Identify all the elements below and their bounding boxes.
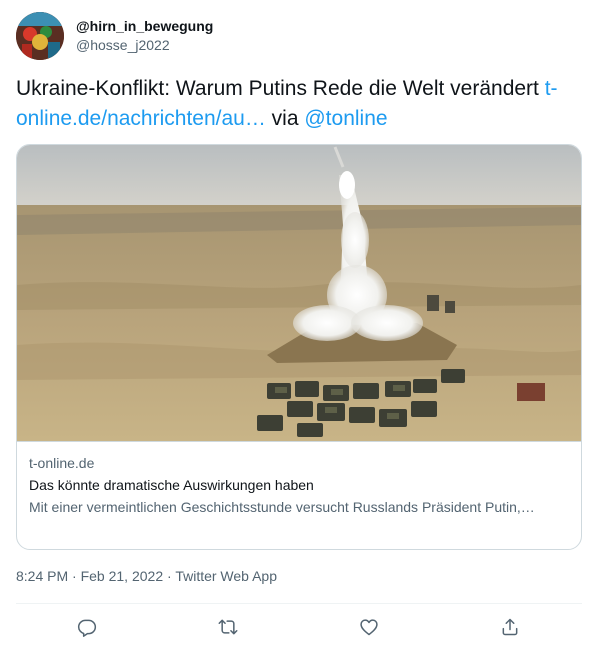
- meta-separator-2: ·: [163, 568, 176, 584]
- avatar-image: [16, 12, 64, 60]
- tweet-header: @hirn_in_bewegung @hosse_j2022: [16, 12, 213, 60]
- divider: [16, 603, 582, 604]
- tweet-meta: 8:24 PM · Feb 21, 2022 · Twitter Web App: [16, 566, 277, 586]
- meta-separator: ·: [68, 568, 81, 584]
- tweet-mention[interactable]: @tonline: [304, 107, 387, 130]
- reply-button[interactable]: [74, 614, 100, 640]
- tweet-via: via: [265, 107, 305, 130]
- tweet-text: Ukraine-Konflikt: Warum Putins Rede die …: [16, 74, 582, 134]
- like-button[interactable]: [356, 614, 382, 640]
- reply-icon: [77, 619, 97, 637]
- tweet-time[interactable]: 8:24 PM: [16, 568, 68, 584]
- retweet-button[interactable]: [215, 614, 241, 640]
- card-description: Mit einer vermeintlichen Geschichtsstund…: [29, 499, 535, 515]
- avatar[interactable]: [16, 12, 64, 60]
- card-body: t-online.de Das könnte dramatische Auswi…: [17, 441, 581, 529]
- user-handle[interactable]: @hosse_j2022: [76, 36, 213, 55]
- tweet-source: Twitter Web App: [175, 568, 277, 584]
- like-icon: [360, 619, 378, 636]
- tweet: @hirn_in_bewegung @hosse_j2022 Ukraine-K…: [0, 0, 598, 650]
- card-title: Das könnte dramatische Auswirkungen habe…: [29, 477, 314, 493]
- author-names: @hirn_in_bewegung @hosse_j2022: [76, 17, 213, 55]
- missile-launch-photo: [17, 145, 581, 441]
- tweet-text-plain: Ukraine-Konflikt: Warum Putins Rede die …: [16, 77, 545, 100]
- retweet-icon: [218, 619, 238, 635]
- action-bar: [0, 610, 598, 644]
- tweet-date[interactable]: Feb 21, 2022: [81, 568, 164, 584]
- link-card[interactable]: t-online.de Das könnte dramatische Auswi…: [16, 144, 582, 550]
- share-icon: [502, 618, 518, 636]
- share-button[interactable]: [497, 614, 523, 640]
- card-domain: t-online.de: [29, 455, 95, 471]
- display-name[interactable]: @hirn_in_bewegung: [76, 17, 213, 36]
